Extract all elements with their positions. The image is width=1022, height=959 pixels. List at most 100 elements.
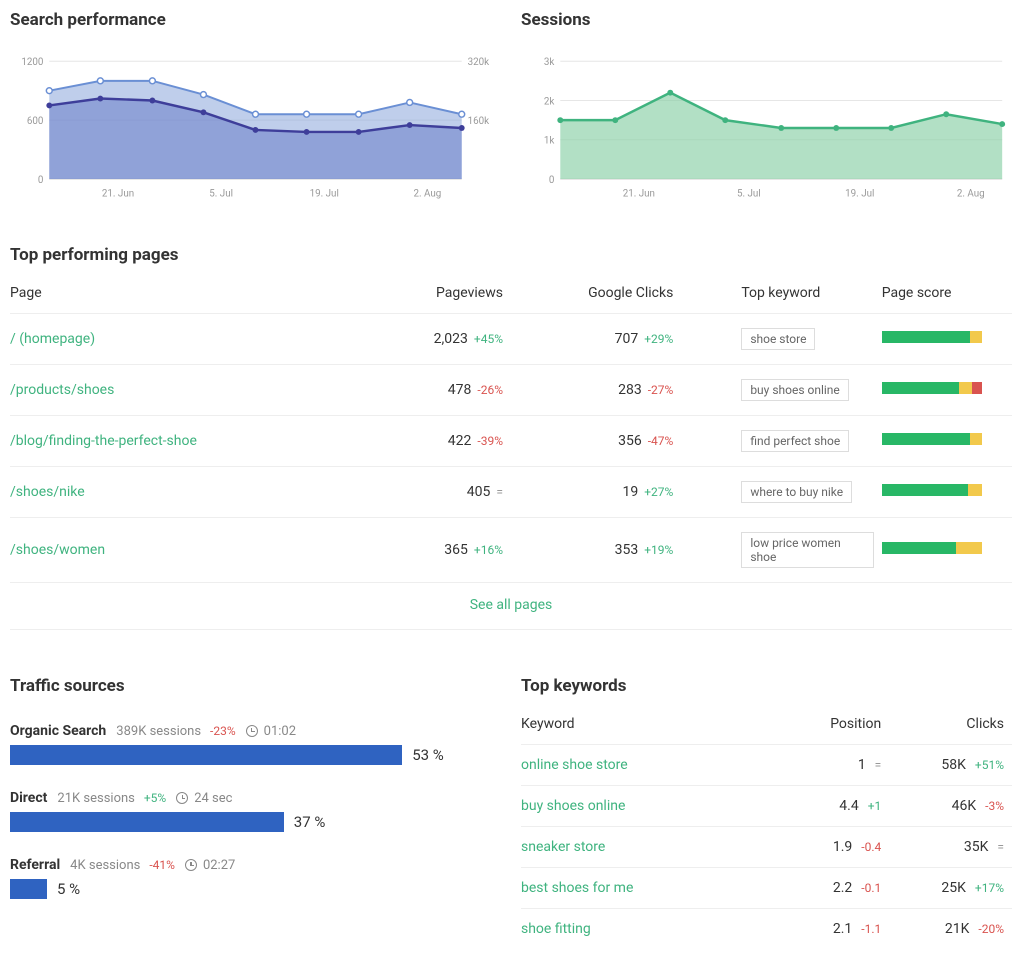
kw-clicks-delta: -20% xyxy=(975,922,1004,936)
col-page: Page xyxy=(10,275,341,314)
clicks-value: 19 xyxy=(622,484,638,500)
keyword-link[interactable]: online shoe store xyxy=(521,757,628,773)
keyword-link[interactable]: sneaker store xyxy=(521,839,605,855)
pageviews-value: 405 xyxy=(467,484,491,500)
traffic-row: Referral4K sessions -41%02:275 % xyxy=(10,854,501,899)
table-row: buy shoes online4.4 +146K -3% xyxy=(521,786,1012,827)
page-score-bar xyxy=(882,331,982,343)
clicks-delta: +29% xyxy=(644,332,673,346)
position-value: 2.1 xyxy=(833,921,852,937)
clicks-value: 353 xyxy=(615,542,639,558)
traffic-row: Direct21K sessions +5%24 sec37 % xyxy=(10,787,501,832)
top-keyword-tag[interactable]: buy shoes online xyxy=(741,379,848,401)
kw-clicks-value: 35K xyxy=(964,839,989,855)
kw-clicks-value: 25K xyxy=(941,880,966,896)
kw-clicks-delta: +17% xyxy=(972,881,1004,895)
table-row: /shoes/women365+16%353+19%low price wome… xyxy=(10,518,1012,583)
kw-col-position: Position xyxy=(767,708,890,745)
search-performance-title: Search performance xyxy=(10,10,501,30)
svg-text:0: 0 xyxy=(38,175,44,186)
keyword-link[interactable]: best shoes for me xyxy=(521,880,633,896)
top-keywords-table: Keyword Position Clicks online shoe stor… xyxy=(521,708,1012,949)
position-delta: -0.1 xyxy=(858,881,881,895)
table-row: /shoes/nike405=19+27%where to buy nike xyxy=(10,467,1012,518)
position-value: 2.2 xyxy=(833,880,852,896)
svg-text:160k: 160k xyxy=(468,116,490,127)
traffic-sessions: 21K sessions xyxy=(57,791,134,806)
traffic-pct: 37 % xyxy=(294,813,326,831)
traffic-delta: -41% xyxy=(146,858,175,872)
kw-col-clicks: Clicks xyxy=(889,708,1012,745)
keyword-link[interactable]: shoe fitting xyxy=(521,921,591,937)
table-row: online shoe store1 =58K +51% xyxy=(521,745,1012,786)
pageviews-delta: = xyxy=(496,485,503,499)
svg-text:1200: 1200 xyxy=(21,57,43,68)
pageviews-delta: +45% xyxy=(474,332,503,346)
table-row: / (homepage) 2,023 +45% 707 +29% shoe store xyxy=(10,314,1012,365)
traffic-time: 02:27 xyxy=(203,858,235,873)
svg-text:2. Aug: 2. Aug xyxy=(413,189,441,200)
sessions-chart: 3k 2k 1k 0 21. Jun 5. Jul 19. Jul 2. Aug xyxy=(521,40,1012,215)
page-link[interactable]: / (homepage) xyxy=(10,331,95,347)
svg-text:2. Aug: 2. Aug xyxy=(957,189,985,200)
sessions-title: Sessions xyxy=(521,10,1012,30)
svg-text:21. Jun: 21. Jun xyxy=(102,189,134,200)
kw-clicks-delta: +51% xyxy=(972,758,1004,772)
position-delta: -0.4 xyxy=(858,840,881,854)
clock-icon xyxy=(176,792,188,804)
top-keyword-tag[interactable]: where to buy nike xyxy=(741,481,852,503)
table-row: sneaker store1.9 -0.435K = xyxy=(521,827,1012,868)
top-keyword-tag[interactable]: shoe store xyxy=(741,328,815,350)
top-keywords-title: Top keywords xyxy=(521,676,1012,696)
svg-text:600: 600 xyxy=(27,116,44,127)
clicks-value: 707 xyxy=(615,331,639,347)
pageviews-value: 2,023 xyxy=(434,331,468,347)
page-link[interactable]: /blog/finding-the-perfect-shoe xyxy=(10,433,197,449)
traffic-bar xyxy=(10,812,284,832)
traffic-label: Direct xyxy=(10,790,47,806)
traffic-label: Organic Search xyxy=(10,723,106,739)
svg-text:1k: 1k xyxy=(544,136,555,147)
page-link[interactable]: /shoes/women xyxy=(10,542,105,558)
svg-text:320k: 320k xyxy=(468,57,490,68)
traffic-sessions: 4K sessions xyxy=(70,858,140,873)
kw-clicks-value: 58K xyxy=(941,757,966,773)
pageviews-value: 365 xyxy=(444,542,468,558)
col-score: Page score xyxy=(882,275,1012,314)
svg-text:3k: 3k xyxy=(544,57,555,68)
clicks-delta: -27% xyxy=(648,383,674,397)
kw-clicks-value: 21K xyxy=(945,921,970,937)
col-clicks: Google Clicks xyxy=(511,275,681,314)
top-pages-title: Top performing pages xyxy=(10,245,1012,265)
see-all-pages-link[interactable]: See all pages xyxy=(470,597,553,613)
clicks-value: 356 xyxy=(618,433,642,449)
clock-icon xyxy=(185,859,197,871)
page-score-bar xyxy=(882,542,982,554)
page-link[interactable]: /products/shoes xyxy=(10,382,114,398)
traffic-label: Referral xyxy=(10,857,60,873)
pageviews-delta: -39% xyxy=(477,434,503,448)
traffic-delta: -23% xyxy=(207,724,236,738)
table-row: best shoes for me 2.2 -0.1 25K +17% xyxy=(521,868,1012,909)
page-link[interactable]: /shoes/nike xyxy=(10,484,85,500)
top-keyword-tag[interactable]: find perfect shoe xyxy=(741,430,849,452)
search-performance-chart: 1200 600 0 320k 160k 21. Jun 5. xyxy=(10,40,501,215)
traffic-pct: 53 % xyxy=(412,746,444,764)
page-score-bar xyxy=(882,484,982,496)
keyword-link[interactable]: buy shoes online xyxy=(521,798,625,814)
table-row: /blog/finding-the-perfect-shoe422-39%356… xyxy=(10,416,1012,467)
position-delta: = xyxy=(872,758,882,772)
position-delta: -1.1 xyxy=(858,922,881,936)
svg-text:0: 0 xyxy=(549,175,555,186)
traffic-delta: +5% xyxy=(141,791,166,805)
page-score-bar xyxy=(882,382,982,394)
kw-clicks-delta: -3% xyxy=(982,799,1004,813)
page-score-bar xyxy=(882,433,982,445)
traffic-time: 01:02 xyxy=(264,724,296,739)
svg-text:19. Jul: 19. Jul xyxy=(845,189,874,200)
traffic-sources-title: Traffic sources xyxy=(10,676,501,696)
clicks-delta: +19% xyxy=(644,543,673,557)
position-value: 1.9 xyxy=(833,839,852,855)
svg-text:5. Jul: 5. Jul xyxy=(737,189,761,200)
top-keyword-tag[interactable]: low price women shoe xyxy=(741,532,873,568)
